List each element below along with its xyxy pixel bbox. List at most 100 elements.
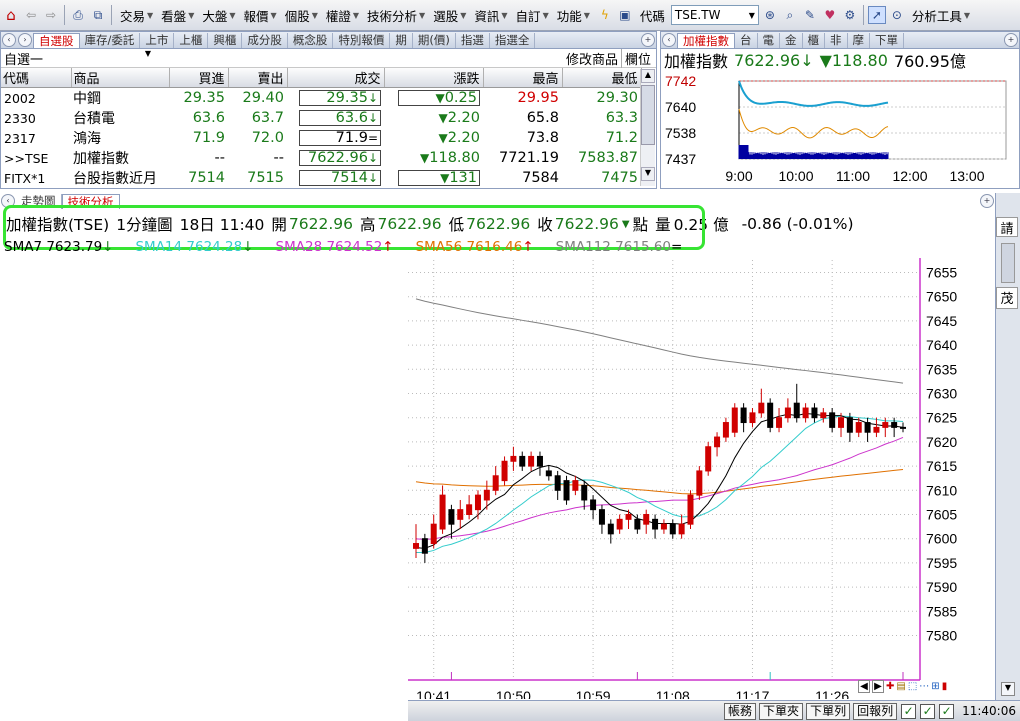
column-header[interactable]: 最低 (562, 68, 642, 88)
scroll-thumb[interactable] (641, 85, 655, 145)
menu-1[interactable]: 看盤 ▼ (157, 4, 198, 26)
chevron-down-icon: ▼ (188, 10, 195, 20)
search-icon[interactable]: ⌕ (781, 6, 799, 24)
menu-8[interactable]: 資訊 ▼ (470, 4, 511, 26)
home-icon[interactable]: ⌂ (2, 6, 20, 24)
toggle-icon[interactable]: ▮ (942, 681, 948, 692)
mini-chart-tab-5[interactable]: 非 (825, 33, 848, 48)
last-price: 63.6 (335, 110, 368, 126)
watchlist-tab-11[interactable]: 指選全 (490, 33, 536, 48)
watchlist-tab-8[interactable]: 期 (390, 33, 413, 48)
chart-settings-icon[interactable]: ⚙ (841, 6, 859, 24)
watchlist-tab-10[interactable]: 指選 (456, 33, 490, 48)
settings-icon[interactable]: ⊞ (931, 681, 939, 692)
watchlist-tab-0[interactable]: 自選股 (33, 33, 80, 48)
mini-chart-tab-0[interactable]: 加權指數 (677, 33, 735, 48)
menu-10[interactable]: 功能 ▼ (553, 4, 594, 26)
watchlist-tab-3[interactable]: 上櫃 (174, 33, 209, 48)
watchlist-tab-2[interactable]: 上市 (140, 33, 175, 48)
scroll-right-icon[interactable]: ▶ (872, 680, 884, 693)
heart-icon[interactable]: ♥ (821, 6, 839, 24)
watchlist-tab-4[interactable]: 興櫃 (208, 33, 243, 48)
checkbox-2[interactable]: ✓ (920, 703, 936, 719)
checkbox-3[interactable]: ✓ (939, 703, 955, 719)
zoom-icon[interactable]: + (641, 33, 655, 47)
menu-bar: 交易 ▼ 看盤 ▼ 大盤 ▼ 報價 ▼ 個股 ▼ 權證 ▼ 技術分析 ▼ 選股 ▼ 資訊 ▼ 自訂 ▼ 功能 ▼ (116, 4, 594, 26)
table-row[interactable]: 2317 鴻海 71.9 72.0 71.9= ▼2.20 73.8 71.2 (1, 128, 641, 148)
calendar-icon[interactable]: ▤ (896, 681, 905, 692)
side-scrollbar[interactable] (1001, 243, 1015, 283)
scroll-up-icon[interactable]: ▲ (641, 69, 655, 83)
lightning-icon[interactable]: ϟ (596, 6, 614, 24)
menu-4[interactable]: 個股 ▼ (281, 4, 322, 26)
status-button-1[interactable]: 下單夾 (759, 702, 804, 720)
checkbox-1[interactable]: ✓ (901, 703, 917, 719)
table-row[interactable]: FITX*1 台股指數近月 7514 7515 7514↓ ▼131 7584 7475 (1, 168, 641, 188)
zoom-icon[interactable]: + (1004, 33, 1018, 47)
scroll-left-icon[interactable]: ◀ (858, 680, 870, 693)
column-header[interactable]: 賣出 (228, 68, 288, 88)
column-header[interactable]: 商品 (71, 68, 170, 88)
watchlist-tab-9[interactable]: 期(價) (413, 33, 456, 48)
status-button-2[interactable]: 下單列 (806, 702, 851, 720)
column-header[interactable]: 買進 (169, 68, 229, 88)
change-box: ▼0.25 (398, 90, 480, 106)
menu-6[interactable]: 技術分析 ▼ (363, 4, 429, 26)
scroll-down-icon[interactable]: ▼ (641, 167, 655, 181)
columns-button[interactable]: 欄位 (620, 48, 656, 68)
menu-2[interactable]: 大盤 ▼ (198, 4, 239, 26)
status-button-0[interactable]: 帳務 (724, 702, 757, 720)
candle-body (607, 523, 614, 535)
print-icon[interactable]: ⎙ (69, 6, 87, 24)
column-header[interactable]: 漲跌 (384, 68, 484, 88)
list-selector[interactable]: 自選一 ▼ (1, 49, 151, 68)
grid-icon[interactable]: ⋯ (919, 681, 929, 692)
code-input[interactable]: TSE.TW ▼ (670, 5, 759, 25)
cursor-icon[interactable]: ➚ (867, 6, 886, 24)
mini-chart-tab-6[interactable]: 摩 (848, 33, 870, 48)
menu-5[interactable]: 權證 ▼ (322, 4, 363, 26)
candle-body (492, 475, 499, 491)
menu-7[interactable]: 選股 ▼ (429, 4, 470, 26)
menu-3[interactable]: 報價 ▼ (240, 4, 281, 26)
watchlist-tab-7[interactable]: 特別報價 (333, 33, 391, 48)
zoom-in-icon[interactable]: ✚ (886, 681, 894, 692)
prev-arrow-icon[interactable]: ‹ (662, 33, 676, 47)
main-candlestick-chart: 7655 7650 7645 7640 7635 7630 7625 7620 7615 7610… (408, 258, 957, 699)
watchlist-tab-6[interactable]: 概念股 (288, 33, 334, 48)
next-arrow-icon[interactable]: › (18, 33, 32, 47)
watchlist-tab-1[interactable]: 庫存/委託 (80, 33, 141, 48)
menu-9[interactable]: 自訂 ▼ (512, 4, 553, 26)
table-row[interactable]: 2330 台積電 63.6 63.7 63.6↓ ▼2.20 65.8 63.3 (1, 108, 641, 128)
table-row[interactable]: >>TSE 加權指數 -- -- 7622.96↓ ▼118.80 7721.19 7583.… (1, 148, 641, 168)
binoculars-icon[interactable]: ⊛ (761, 6, 779, 24)
menu-0[interactable]: 交易 ▼ (116, 4, 157, 26)
cell-bid: 71.9 (192, 130, 225, 146)
column-header[interactable]: 最高 (483, 68, 563, 88)
mini-chart-tab-3[interactable]: 金 (780, 33, 803, 48)
watchlist-scrollbar[interactable]: ▲ ▼ (640, 69, 655, 186)
mini-chart-tab-4[interactable]: 櫃 (803, 33, 825, 48)
edit-symbols-button[interactable]: 修改商品 (563, 49, 621, 68)
analysis-icon[interactable]: ⊙ (888, 6, 906, 24)
cell-name: 中鋼 (73, 91, 101, 107)
zoom-icon[interactable]: + (980, 194, 994, 208)
mini-chart-tab-2[interactable]: 電 (758, 33, 780, 48)
back-icon[interactable]: ⇦ (22, 6, 40, 24)
side-scroll-down-icon[interactable]: ▼ (1001, 682, 1015, 696)
analysis-tools-menu[interactable]: 分析工具 ▼ (908, 4, 974, 26)
popup-icon[interactable]: ⧉ (89, 6, 107, 24)
mini-chart-tab-1[interactable]: 台 (735, 33, 758, 48)
table-row[interactable]: 2002 中鋼 29.35 29.40 29.35↓ ▼0.25 29.95 29.30 (1, 88, 641, 109)
window-icon[interactable]: ▣ (616, 6, 634, 24)
mini-chart-tab-7[interactable]: 下單 (870, 33, 904, 48)
watchlist-tab-bar: ‹ › 自選股 庫存/委託 上市 上櫃 興櫃 成分股 概念股 特別報價期期(價) 指選 指選全 + (1, 32, 656, 49)
watchlist-tab-5[interactable]: 成分股 (242, 33, 288, 48)
column-header[interactable]: 代碼 (1, 68, 72, 88)
status-button-3[interactable]: 回報列 (853, 702, 898, 720)
column-header[interactable]: 成交 (287, 68, 385, 88)
prev-arrow-icon[interactable]: ‹ (2, 33, 16, 47)
scale-icon[interactable]: ⬚ (908, 681, 917, 692)
forward-icon[interactable]: ⇨ (42, 6, 60, 24)
tools-icon[interactable]: ✎ (801, 6, 819, 24)
